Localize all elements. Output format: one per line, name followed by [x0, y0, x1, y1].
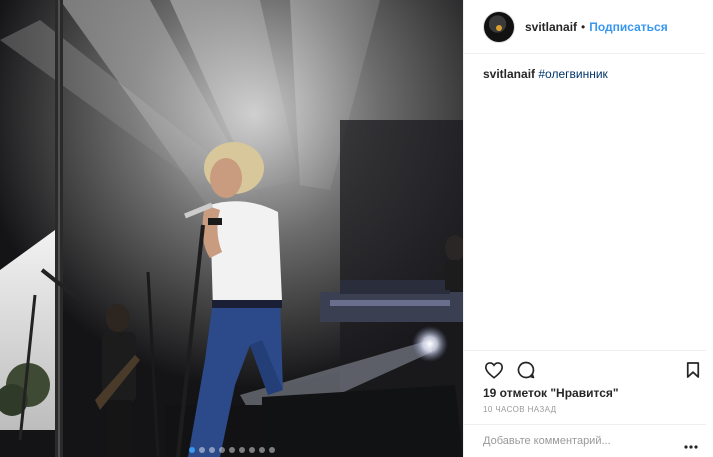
likes-count[interactable]: 19 отметок "Нравится" [483, 386, 619, 400]
concert-photo-illustration [0, 0, 463, 457]
post-header: svitlanaif • Подписаться [464, 0, 705, 54]
heart-icon[interactable] [483, 359, 505, 381]
bookmark-icon[interactable] [682, 359, 704, 381]
caption-hashtag[interactable]: #олегвинник [538, 67, 607, 81]
username-link[interactable]: svitlanaif [525, 20, 577, 34]
carousel-dot[interactable] [258, 447, 265, 453]
post-side-panel: svitlanaif • Подписаться svitlanaif #оле… [463, 0, 713, 457]
carousel-dot[interactable] [218, 447, 225, 453]
carousel-dot[interactable] [188, 447, 195, 453]
post-photo[interactable] [0, 0, 463, 457]
carousel-indicator [0, 447, 463, 453]
more-options-icon[interactable] [684, 436, 698, 449]
post-timestamp[interactable]: 10 часов назад [483, 405, 556, 414]
carousel-dot[interactable] [198, 447, 205, 453]
avatar[interactable] [483, 10, 515, 43]
comment-icon[interactable] [515, 359, 537, 381]
carousel-dot[interactable] [208, 447, 215, 453]
separator-dot: • [581, 19, 586, 34]
carousel-dot[interactable] [238, 447, 245, 453]
carousel-dot[interactable] [228, 447, 235, 453]
carousel-dot[interactable] [248, 447, 255, 453]
post-caption: svitlanaif #олегвинник [464, 54, 713, 94]
follow-button[interactable]: Подписаться [589, 20, 667, 34]
carousel-dot[interactable] [268, 447, 275, 453]
caption-username[interactable]: svitlanaif [483, 67, 535, 81]
action-bar [464, 350, 706, 388]
comment-input[interactable] [483, 435, 673, 447]
comment-form [464, 424, 706, 457]
